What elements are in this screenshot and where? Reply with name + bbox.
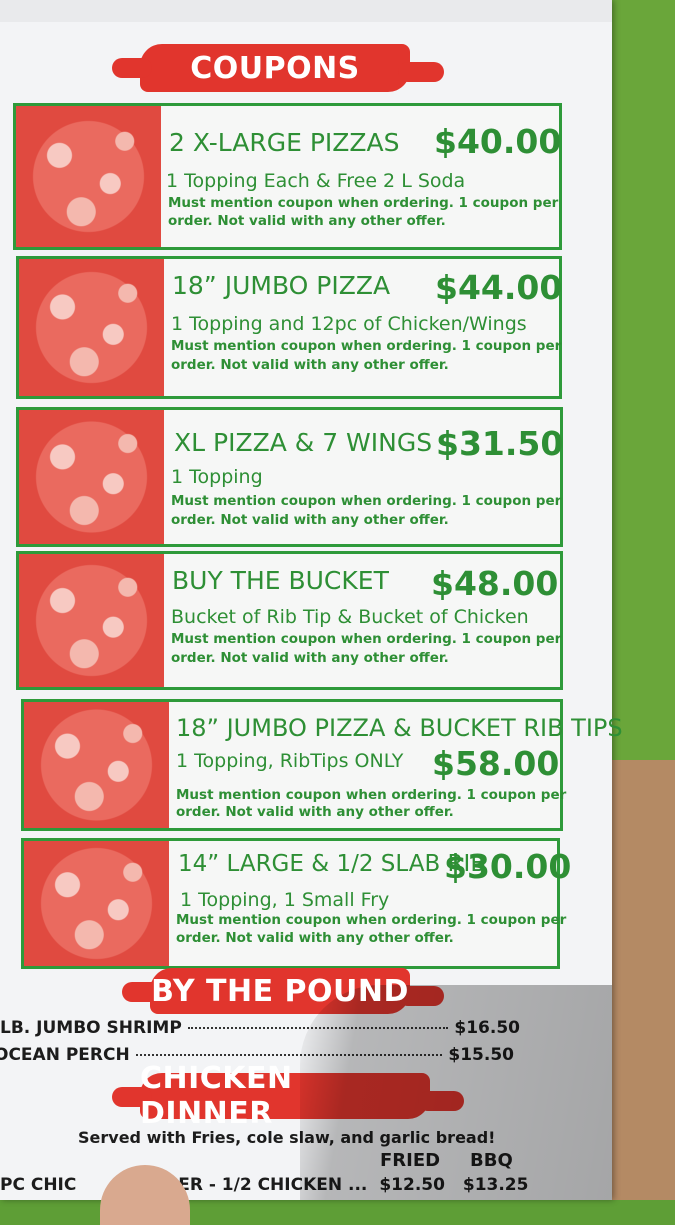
coupon-subtitle: 1 Topping Each & Free 2 L Soda xyxy=(166,170,466,192)
menu-item-price: $16.50 xyxy=(454,1018,520,1038)
pizza-photo xyxy=(16,106,161,247)
coupon-fine-print: order. Not valid with any other offer. xyxy=(171,357,449,373)
thumb-finger xyxy=(100,1165,190,1225)
coupon-fine-print: Must mention coupon when ordering. 1 cou… xyxy=(171,338,562,354)
coupon-price: $31.50 xyxy=(436,424,564,463)
price-fried: $12.50 xyxy=(379,1175,445,1195)
coupon-fine-print: Must mention coupon when ordering. 1 cou… xyxy=(168,195,559,211)
pizza-photo xyxy=(19,259,164,396)
coupon-title: 14” LARGE & 1/2 SLAB RIB xyxy=(178,851,487,877)
coupon-fine-print: order. Not valid with any other offer. xyxy=(171,650,449,666)
menu-item-name: LB. JUMBO SHRIMP xyxy=(0,1018,182,1038)
menu-item-row: PC CHIC ER - 1/2 CHICKEN ... $12.50 $13.… xyxy=(0,1175,528,1195)
coupon-price: $48.00 xyxy=(431,564,559,603)
menu-item-name: OCEAN PERCH xyxy=(0,1045,130,1065)
coupon-price: $30.00 xyxy=(444,847,572,886)
column-header-bbq: BBQ xyxy=(470,1150,513,1171)
coupon-fine-print: Must mention coupon when ordering. 1 cou… xyxy=(171,493,562,509)
coupons-header: COUPONS xyxy=(112,44,444,92)
chicken-dinner-header: CHICKEN DINNER xyxy=(112,1061,464,1131)
coupon-card[interactable]: XL PIZZA & 7 WINGS $31.50 1 Topping Must… xyxy=(16,407,563,547)
pizza-photo xyxy=(19,554,164,687)
coupon-card[interactable]: 18” JUMBO PIZZA & BUCKET RIB TIPS 1 Topp… xyxy=(21,699,623,831)
menu-item-price: $15.50 xyxy=(448,1045,514,1065)
coupon-fine-print: order. Not valid with any other offer. xyxy=(176,804,454,820)
pizza-photo xyxy=(19,410,164,544)
menu-item-name-tail: ER - 1/2 CHICKEN ... xyxy=(178,1175,368,1195)
coupon-title: 18” JUMBO PIZZA xyxy=(172,271,391,300)
coupon-fine-print: Must mention coupon when ordering. 1 cou… xyxy=(171,631,562,647)
menu-item-name: PC CHIC xyxy=(0,1175,77,1195)
coupon-subtitle: 1 Topping, 1 Small Fry xyxy=(180,889,390,911)
coupon-subtitle: 1 Topping, RibTips ONLY xyxy=(176,750,404,772)
coupon-card[interactable]: 14” LARGE & 1/2 SLAB RIB $30.00 1 Toppin… xyxy=(21,838,571,969)
coupon-subtitle: 1 Topping and 12pc of Chicken/Wings xyxy=(171,313,527,335)
paper-edge xyxy=(0,0,612,22)
coupon-fine-print: order. Not valid with any other offer. xyxy=(176,930,454,946)
coupon-card[interactable]: BUY THE BUCKET $48.00 Bucket of Rib Tip … xyxy=(16,551,563,690)
coupon-fine-print: order. Not valid with any other offer. xyxy=(171,512,449,528)
coupon-subtitle: 1 Topping xyxy=(171,466,263,488)
coupon-price: $58.00 xyxy=(432,744,560,783)
price-bbq: $13.25 xyxy=(462,1175,529,1195)
coupon-card[interactable]: 2 X-LARGE PIZZAS $40.00 1 Topping Each &… xyxy=(13,103,562,250)
coupon-title: 2 X-LARGE PIZZAS xyxy=(169,128,400,157)
by-the-pound-header: BY THE POUND xyxy=(122,968,444,1014)
coupon-title: XL PIZZA & 7 WINGS xyxy=(174,428,433,457)
pizza-photo xyxy=(24,841,169,966)
coupon-fine-print: order. Not valid with any other offer. xyxy=(168,213,446,229)
coupon-card[interactable]: 18” JUMBO PIZZA $44.00 1 Topping and 12p… xyxy=(16,256,562,399)
menu-item-row: LB. JUMBO SHRIMP $16.50 xyxy=(0,1018,520,1038)
column-header-fried: FRIED xyxy=(380,1150,441,1171)
coupon-title: BUY THE BUCKET xyxy=(172,566,389,595)
dot-leader xyxy=(187,1027,449,1029)
pizza-photo xyxy=(24,702,169,828)
coupon-price: $44.00 xyxy=(435,268,563,307)
coupon-subtitle: Bucket of Rib Tip & Bucket of Chicken xyxy=(171,606,529,628)
dot-leader xyxy=(135,1054,443,1056)
coupon-fine-print: Must mention coupon when ordering. 1 cou… xyxy=(176,912,567,928)
chicken-dinner-header-text: CHICKEN DINNER xyxy=(140,1061,293,1131)
by-the-pound-header-text: BY THE POUND xyxy=(151,973,409,1009)
coupons-header-text: COUPONS xyxy=(190,50,360,86)
coupon-title: 18” JUMBO PIZZA & BUCKET RIB TIPS xyxy=(176,714,623,742)
menu-flyer: COUPONS 2 X-LARGE PIZZAS $40.00 1 Toppin… xyxy=(0,0,623,1225)
coupon-price: $40.00 xyxy=(434,122,562,161)
